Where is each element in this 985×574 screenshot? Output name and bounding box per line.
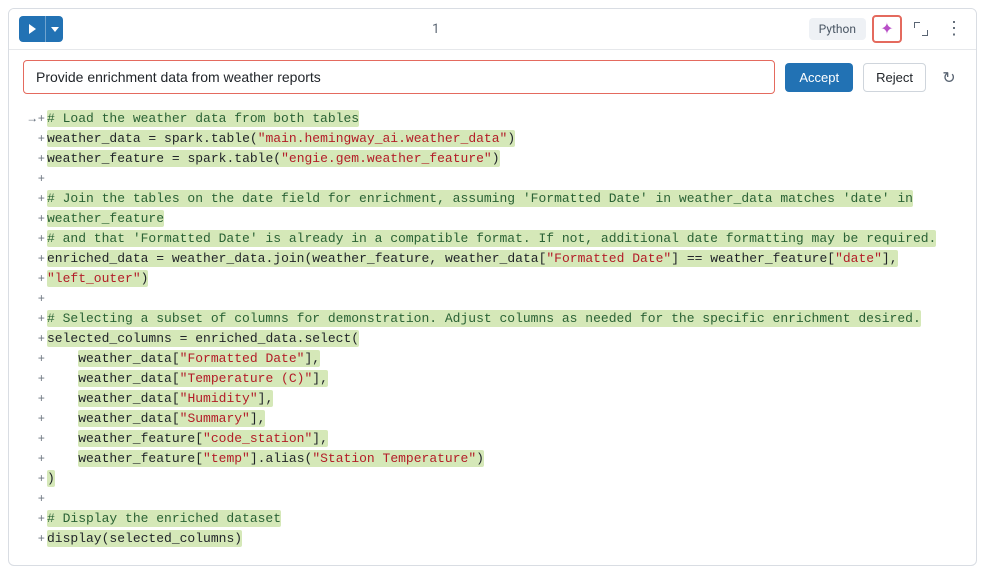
regenerate-button[interactable]: ↻ [936, 64, 962, 90]
code-content[interactable]: # Load the weather data from both tables… [45, 108, 966, 549]
language-selector[interactable]: Python [809, 18, 866, 40]
refresh-icon: ↻ [942, 68, 955, 87]
run-button-group [19, 16, 63, 42]
run-dropdown[interactable] [45, 16, 63, 42]
expand-button[interactable] [908, 16, 934, 42]
code-gutter: →++++++++++++++++++++++ [19, 108, 45, 549]
accept-button[interactable]: Accept [785, 63, 853, 92]
cell-number: 1 [69, 22, 803, 37]
ai-prompt-input[interactable] [23, 60, 775, 94]
more-menu-button[interactable]: ⋮ [940, 16, 966, 42]
ai-prompt-row: Accept Reject ↻ [9, 50, 976, 104]
cell-toolbar: 1 Python ✦ ⋮ [9, 9, 976, 50]
code-editor[interactable]: →++++++++++++++++++++++ # Load the weath… [9, 104, 976, 565]
run-button[interactable] [19, 16, 45, 42]
chevron-down-icon [51, 27, 59, 32]
ai-assist-button[interactable]: ✦ [872, 15, 902, 43]
notebook-cell: 1 Python ✦ ⋮ Accept Reject ↻ →++++++++++… [8, 8, 977, 566]
reject-button[interactable]: Reject [863, 63, 926, 92]
expand-icon [914, 22, 928, 36]
sparkle-icon: ✦ [880, 21, 893, 37]
play-icon [29, 24, 36, 34]
